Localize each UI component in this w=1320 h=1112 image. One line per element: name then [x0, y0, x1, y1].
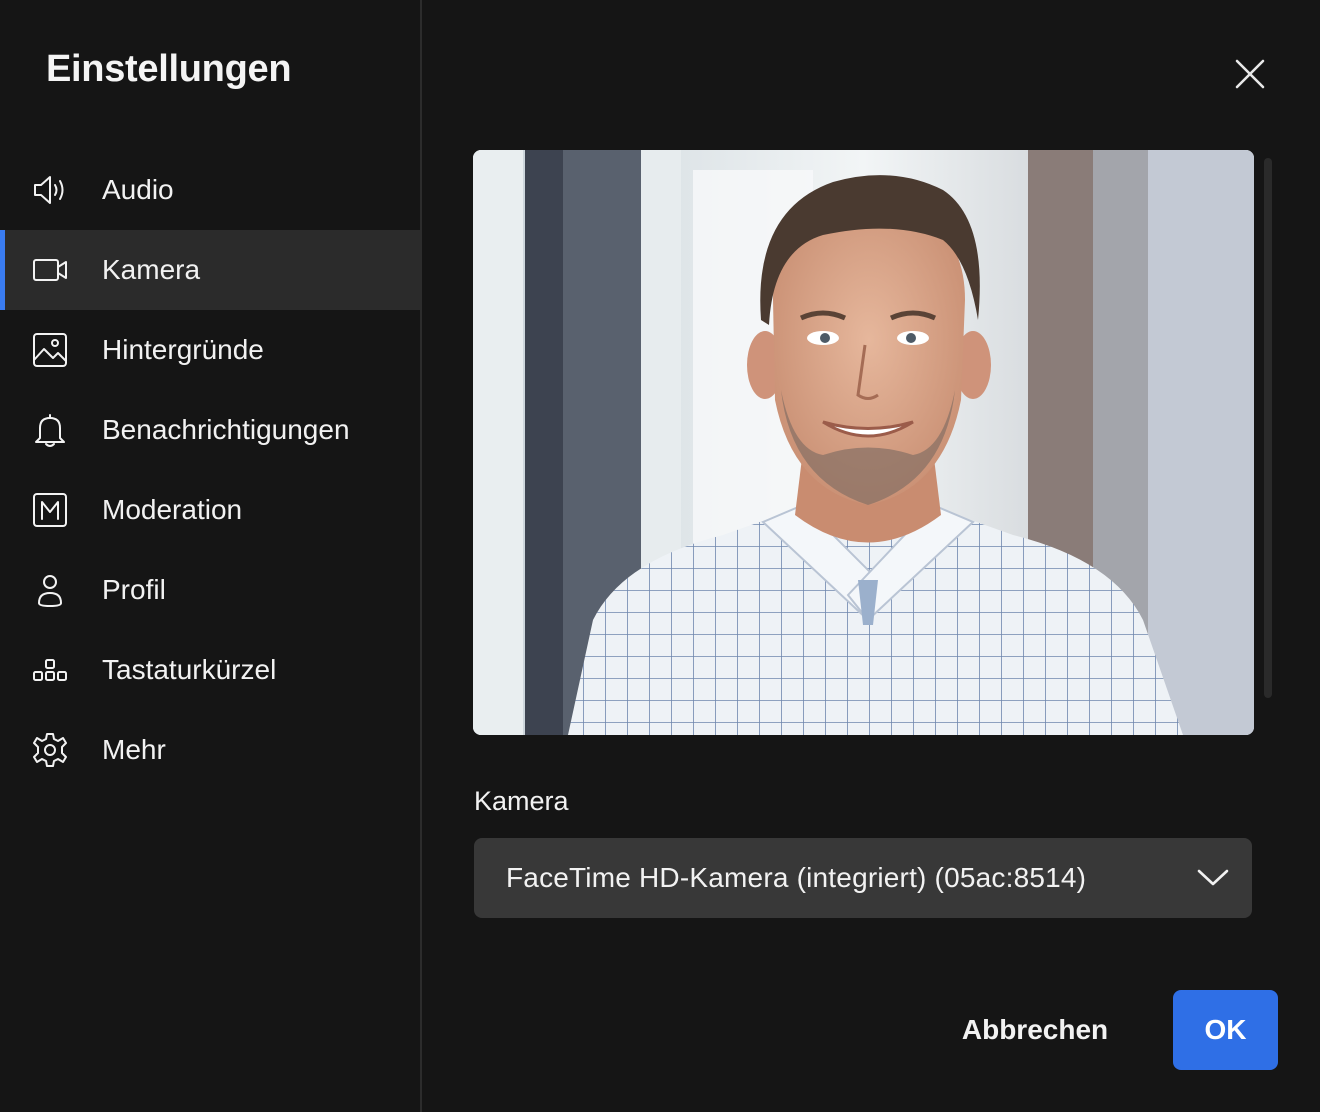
cancel-button[interactable]: Abbrechen [940, 990, 1130, 1070]
settings-dialog: Einstellungen Audio Kamera Hintergründe … [0, 0, 1320, 1112]
settings-nav: Audio Kamera Hintergründe Benachrichtigu… [0, 150, 420, 790]
bell-icon [30, 410, 70, 450]
sidebar-item-label: Moderation [102, 494, 243, 525]
sidebar-item-audio[interactable]: Audio [0, 150, 420, 230]
sidebar-item-label: Mehr [102, 734, 166, 765]
sidebar-item-tastaturkuerzel[interactable]: Tastaturkürzel [0, 630, 420, 710]
sidebar-item-label: Kamera [102, 254, 201, 285]
sidebar-item-label: Benachrichtigungen [102, 414, 350, 445]
sidebar-item-kamera[interactable]: Kamera [0, 230, 420, 310]
moderation-m-icon [30, 490, 70, 530]
close-icon [1235, 59, 1265, 89]
speaker-icon [30, 170, 70, 210]
sidebar-item-label: Hintergründe [102, 334, 264, 365]
camera-select[interactable]: FaceTime HD-Kamera (integriert) (05ac:85… [474, 838, 1252, 918]
camera-select-value: FaceTime HD-Kamera (integriert) (05ac:85… [506, 862, 1087, 893]
sidebar-item-benachrichtigungen[interactable]: Benachrichtigungen [0, 390, 420, 470]
close-button[interactable] [1226, 50, 1274, 98]
ok-button[interactable]: OK [1173, 990, 1278, 1070]
preview-scrollbar[interactable] [1264, 158, 1272, 698]
camera-preview [473, 150, 1254, 735]
chevron-down-icon [1196, 862, 1230, 892]
sidebar-item-label: Profil [102, 574, 166, 605]
keyboard-shortcuts-icon [30, 650, 70, 690]
camera-preview-image [473, 150, 1254, 735]
sidebar-item-label: Audio [102, 174, 174, 205]
camera-field-label: Kamera [474, 786, 569, 816]
video-camera-icon [30, 250, 70, 290]
person-icon [30, 570, 70, 610]
sidebar-item-moderation[interactable]: Moderation [0, 470, 420, 550]
sidebar-item-label: Tastaturkürzel [102, 654, 277, 685]
image-icon [30, 330, 70, 370]
sidebar-item-hintergruende[interactable]: Hintergründe [0, 310, 420, 390]
sidebar-item-profil[interactable]: Profil [0, 550, 420, 630]
gear-icon [30, 730, 70, 770]
settings-sidebar: Einstellungen Audio Kamera Hintergründe … [0, 0, 422, 1112]
settings-title: Einstellungen [46, 48, 292, 90]
sidebar-item-mehr[interactable]: Mehr [0, 710, 420, 790]
